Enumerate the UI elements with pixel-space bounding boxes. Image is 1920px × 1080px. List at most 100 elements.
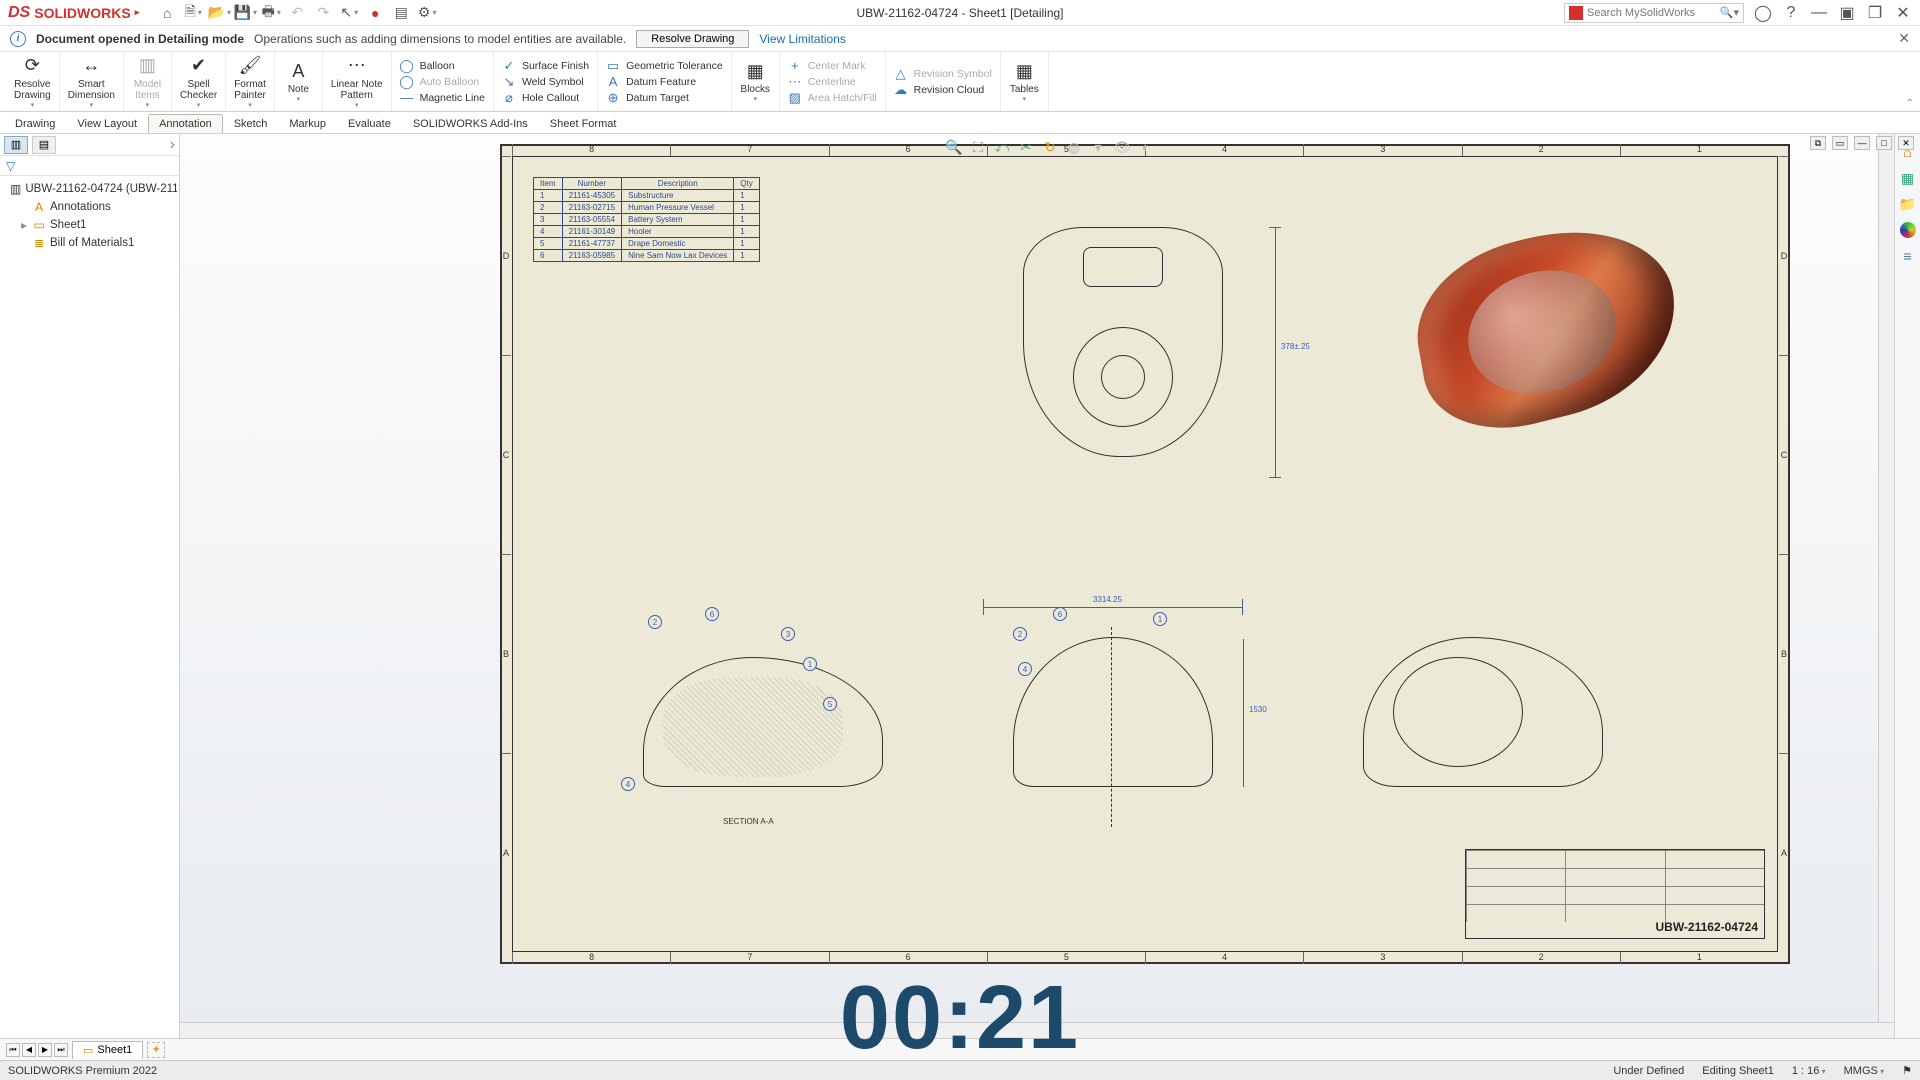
status-scale[interactable]: 1 : 16 xyxy=(1792,1065,1826,1077)
info-close-icon[interactable]: ✕ xyxy=(1898,30,1910,47)
table-row[interactable]: 121161-45305Substructure1 xyxy=(534,190,760,202)
dimension-value[interactable]: 1530 xyxy=(1249,705,1267,714)
tab-sheet-format[interactable]: Sheet Format xyxy=(539,114,628,133)
user-icon[interactable]: ◯ xyxy=(1754,4,1772,22)
ribbon-spell-checker[interactable]: ✔SpellChecker▾ xyxy=(172,52,226,111)
ribbon-smart-dimension[interactable]: ↔SmartDimension▾ xyxy=(60,52,124,111)
title-block[interactable]: UBW-21162-04724 xyxy=(1465,849,1765,939)
doc-tile-icon[interactable]: ▭ xyxy=(1832,136,1848,150)
new-icon[interactable]: 🗎▾ xyxy=(183,3,203,23)
close-icon[interactable]: ✕ xyxy=(1894,4,1912,22)
tab-drawing[interactable]: Drawing xyxy=(4,114,66,133)
bom-table[interactable]: ItemNumberDescriptionQty121161-45305Subs… xyxy=(533,177,760,262)
status-units[interactable]: MMGS xyxy=(1844,1065,1884,1077)
rotate-icon[interactable]: ↻ xyxy=(1041,138,1059,156)
taskpane-view-icon[interactable] xyxy=(1898,220,1918,240)
sheet-first-icon[interactable]: ⏮ xyxy=(6,1043,20,1057)
layout-icon[interactable]: ▣ xyxy=(1838,4,1856,22)
settings-icon[interactable]: ⚙▾ xyxy=(417,3,437,23)
balloon[interactable]: 2 xyxy=(1013,627,1027,641)
ribbon-geometric-tolerance[interactable]: ▭Geometric Tolerance xyxy=(606,59,723,73)
doc-new-window-icon[interactable]: ⧉ xyxy=(1810,136,1826,150)
drawing-sheet[interactable]: 87654321 87654321 DCBA DCBA ItemNumberDe… xyxy=(500,144,1790,964)
taskpane-appearances-icon[interactable]: ≡ xyxy=(1898,246,1918,266)
horizontal-scrollbar[interactable] xyxy=(180,1022,1920,1038)
table-row[interactable]: 321163-05554Battery System1 xyxy=(534,214,760,226)
sheet-next-icon[interactable]: ▶ xyxy=(38,1043,52,1057)
panel-tab-props[interactable]: ▤ xyxy=(32,136,56,154)
view-limitations-link[interactable]: View Limitations xyxy=(759,32,845,46)
options-icon[interactable]: ▤ xyxy=(391,3,411,23)
dimension-value[interactable]: 3314.25 xyxy=(1093,595,1122,604)
ribbon-magnetic-line[interactable]: —Magnetic Line xyxy=(400,91,485,105)
open-icon[interactable]: 📂▾ xyxy=(209,3,229,23)
help-icon[interactable]: ? xyxy=(1782,4,1800,22)
ribbon-weld-symbol[interactable]: ↘Weld Symbol xyxy=(502,75,589,89)
doc-minimize-icon[interactable]: — xyxy=(1854,136,1870,150)
panel-tab-tree[interactable]: ▥ xyxy=(4,136,28,154)
table-row[interactable]: 621163-05985Nine Sam Now Lax Devices1 xyxy=(534,250,760,262)
tree-root[interactable]: ▥UBW-21162-04724 (UBW-21162-04724 xyxy=(2,180,177,198)
balloon[interactable]: 6 xyxy=(1053,607,1067,621)
tab-sketch[interactable]: Sketch xyxy=(223,114,279,133)
sheet-tab[interactable]: ▭Sheet1 xyxy=(72,1041,143,1059)
ribbon-revision-cloud[interactable]: ☁Revision Cloud xyxy=(894,83,992,97)
collapse-ribbon-icon[interactable]: ⌃ xyxy=(1906,98,1914,109)
ribbon-datum-target[interactable]: ⊕Datum Target xyxy=(606,91,723,105)
add-sheet-button[interactable]: ✦ xyxy=(147,1042,165,1058)
tree-bom[interactable]: ≣Bill of Materials1 xyxy=(2,234,177,252)
minimize-icon[interactable]: — xyxy=(1810,4,1828,22)
display-style-icon[interactable]: ◍ xyxy=(1065,138,1083,156)
balloon[interactable]: 2 xyxy=(648,615,662,629)
sheet-prev-icon[interactable]: ◀ xyxy=(22,1043,36,1057)
rebuild-icon[interactable]: ● xyxy=(365,3,385,23)
ribbon-linear-note-pattern[interactable]: ⋯Linear NotePattern▾ xyxy=(323,52,392,111)
section-view-icon[interactable]: ✂ xyxy=(1017,138,1035,156)
vertical-scrollbar[interactable] xyxy=(1878,134,1894,1022)
graphics-area[interactable]: 🔍 ⛶ ⤺ ✂ ↻ ◍ ▾ 👁 ◐ ⧉ ▭ — □ ✕ 87654321 876… xyxy=(180,134,1920,1038)
drawing-view-top[interactable] xyxy=(993,217,1253,477)
redo-icon[interactable]: ↷ xyxy=(313,3,333,23)
dimension-value[interactable]: 378±.25 xyxy=(1281,342,1310,351)
search-box[interactable]: Search MySolidWorks🔍▾ xyxy=(1564,3,1744,23)
undo-icon[interactable]: ↶ xyxy=(287,3,307,23)
print-icon[interactable]: 🖶▾ xyxy=(261,3,281,23)
sheet-last-icon[interactable]: ⏭ xyxy=(54,1043,68,1057)
table-row[interactable]: 521161-47737Drape Domestic1 xyxy=(534,238,760,250)
balloon[interactable]: 3 xyxy=(781,627,795,641)
balloon[interactable]: 1 xyxy=(803,657,817,671)
tab-markup[interactable]: Markup xyxy=(278,114,337,133)
ribbon-balloon[interactable]: ◯Balloon xyxy=(400,59,485,73)
zoom-fit-icon[interactable]: 🔍 xyxy=(945,138,963,156)
ribbon-resolve-drawing[interactable]: ⟳ResolveDrawing▾ xyxy=(6,52,60,111)
ribbon-format-painter[interactable]: 🖌FormatPainter▾ xyxy=(226,52,275,111)
save-icon[interactable]: 💾▾ xyxy=(235,3,255,23)
drawing-view-isometric[interactable] xyxy=(1397,217,1697,437)
apply-scene-icon[interactable]: ◐ xyxy=(1137,138,1155,156)
zoom-area-icon[interactable]: ⛶ xyxy=(969,138,987,156)
tab-annotation[interactable]: Annotation xyxy=(148,114,223,133)
home-icon[interactable]: ⌂ xyxy=(157,3,177,23)
status-flag-icon[interactable]: ⚑ xyxy=(1902,1064,1912,1077)
tree-annotations[interactable]: AAnnotations xyxy=(2,198,177,216)
tree-sheet1[interactable]: ▸▭Sheet1 xyxy=(2,216,177,234)
resolve-drawing-button[interactable]: Resolve Drawing xyxy=(636,30,749,48)
balloon[interactable]: 4 xyxy=(1018,662,1032,676)
balloon[interactable]: 1 xyxy=(1153,612,1167,626)
restore-icon[interactable]: ❐ xyxy=(1866,4,1884,22)
drawing-view-front[interactable]: 3314.25 1530 xyxy=(983,587,1243,827)
ribbon-note[interactable]: ANote▾ xyxy=(275,52,323,111)
hide-show-icon[interactable]: ▾ xyxy=(1089,138,1107,156)
balloon[interactable]: 5 xyxy=(823,697,837,711)
tab-solidworks-add-ins[interactable]: SOLIDWORKS Add-Ins xyxy=(402,114,539,133)
balloon[interactable]: 6 xyxy=(705,607,719,621)
balloon[interactable]: 4 xyxy=(621,777,635,791)
tab-evaluate[interactable]: Evaluate xyxy=(337,114,402,133)
filter-icon[interactable]: ▽ xyxy=(0,156,179,176)
panel-expand-icon[interactable]: › xyxy=(170,136,175,154)
tab-view-layout[interactable]: View Layout xyxy=(66,114,148,133)
ribbon-blocks[interactable]: ▦Blocks▾ xyxy=(732,52,780,111)
prev-view-icon[interactable]: ⤺ xyxy=(993,138,1011,156)
taskpane-library-icon[interactable]: 📁 xyxy=(1898,194,1918,214)
select-icon[interactable]: ↖▾ xyxy=(339,3,359,23)
